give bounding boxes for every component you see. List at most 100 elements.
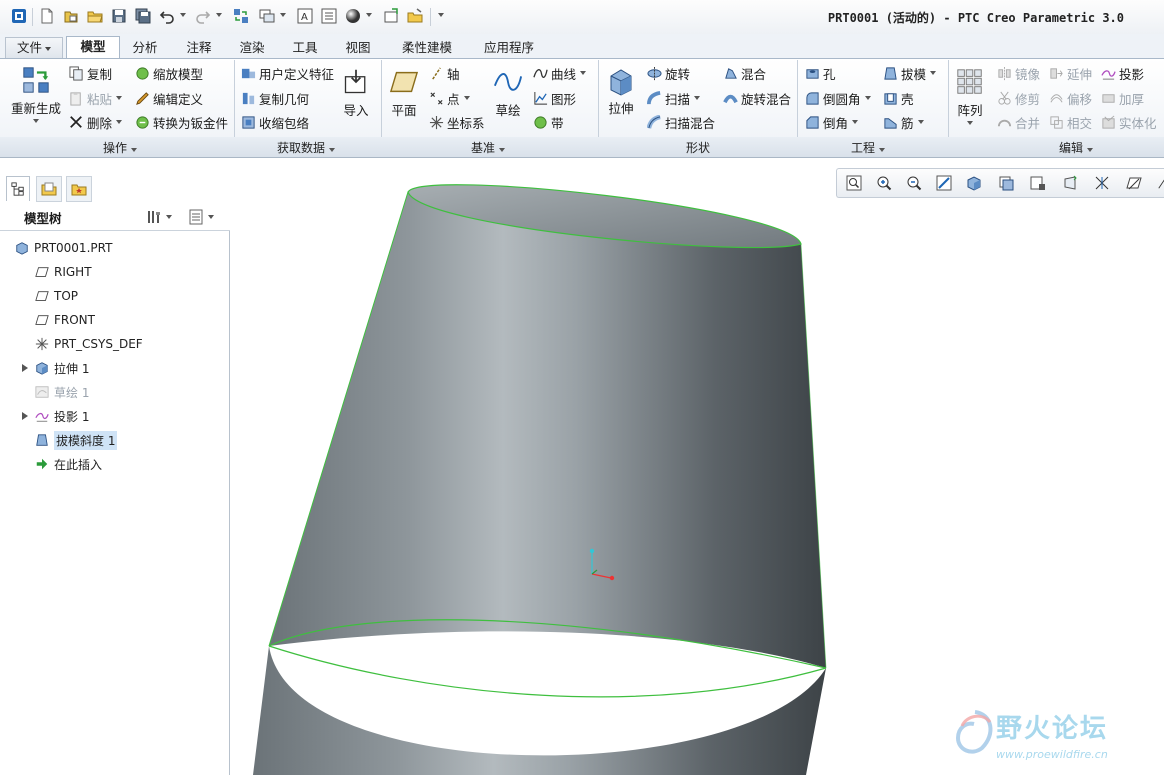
redo-dropdown-icon[interactable]	[216, 13, 222, 17]
curve-button[interactable]: 曲线	[532, 63, 587, 83]
expand-arrow-icon[interactable]	[22, 364, 28, 372]
copy-button[interactable]: 复制	[68, 63, 112, 83]
datum-display-button[interactable]	[1091, 172, 1113, 194]
tree-settings-button[interactable]	[146, 207, 180, 227]
close-window-icon[interactable]	[382, 7, 400, 25]
shading-dropdown-icon[interactable]	[366, 13, 372, 17]
tree-show-button[interactable]	[188, 207, 224, 227]
open-session-icon[interactable]	[62, 7, 80, 25]
plane-button[interactable]: 平面	[386, 66, 422, 119]
tab-view[interactable]: 视图	[335, 38, 381, 58]
intersect-button[interactable]: 相交	[1048, 112, 1092, 132]
tree-item-draft[interactable]: 拔模斜度 1	[34, 430, 118, 450]
group-engineering-label[interactable]: 工程	[828, 139, 908, 156]
windows-dropdown-icon[interactable]	[280, 13, 286, 17]
delete-button[interactable]: 删除	[68, 112, 123, 132]
zoom-out-button[interactable]	[903, 172, 925, 194]
tab-annotate[interactable]: 注释	[176, 38, 222, 58]
tab-tools[interactable]: 工具	[282, 38, 328, 58]
shading-icon[interactable]	[344, 7, 362, 25]
more-view-tools-icon[interactable]	[1153, 172, 1164, 194]
extrude-button[interactable]: 拉伸	[602, 64, 640, 117]
tab-applications[interactable]: 应用程序	[472, 38, 546, 58]
tree-item-top[interactable]: TOP	[34, 286, 78, 306]
blend-button[interactable]: 混合	[722, 63, 766, 83]
repaint-button[interactable]	[933, 172, 955, 194]
text-display-icon[interactable]: A	[296, 7, 314, 25]
annotation-display-button[interactable]	[1123, 172, 1145, 194]
paste-button[interactable]: 粘贴	[68, 88, 123, 108]
regenerate-button[interactable]: 重新生成	[8, 64, 64, 123]
tree-item-project[interactable]: 投影 1	[34, 406, 89, 426]
shrinkwrap-button[interactable]: 收缩包络	[240, 112, 309, 132]
tab-render[interactable]: 渲染	[229, 38, 275, 58]
model-tree-tab[interactable]	[6, 176, 30, 201]
solidify-button[interactable]: 实体化	[1100, 112, 1157, 132]
tab-model[interactable]: 模型	[66, 36, 120, 60]
zoom-in-button[interactable]	[873, 172, 895, 194]
udf-button[interactable]: 用户定义特征	[240, 63, 334, 83]
favorites-tab[interactable]	[66, 176, 92, 202]
tree-item-sketch[interactable]: 草绘 1	[34, 382, 89, 402]
hole-button[interactable]: 孔	[804, 63, 836, 83]
thicken-button[interactable]: 加厚	[1100, 88, 1144, 108]
tab-flexible-modeling[interactable]: 柔性建模	[390, 38, 464, 58]
saved-orientations-button[interactable]	[995, 172, 1017, 194]
undo-dropdown-icon[interactable]	[180, 13, 186, 17]
tree-item-insert-here[interactable]: 在此插入	[34, 454, 102, 474]
copy-geometry-button[interactable]: 复制几何	[240, 88, 309, 108]
view-manager-button[interactable]	[1027, 172, 1049, 194]
folder-settings-icon[interactable]	[406, 7, 424, 25]
draft-button[interactable]: 拔模	[882, 63, 937, 83]
tree-item-part[interactable]: PRT0001.PRT	[14, 238, 112, 258]
trim-button[interactable]: 修剪	[996, 88, 1040, 108]
save-icon[interactable]	[110, 7, 128, 25]
open-folder-icon[interactable]	[86, 7, 104, 25]
regenerate-small-icon[interactable]	[232, 7, 250, 25]
expand-arrow-icon[interactable]	[22, 412, 28, 420]
swept-blend-button[interactable]: 扫描混合	[646, 112, 715, 132]
graphics-window[interactable]	[231, 168, 1164, 775]
chamfer-button[interactable]: 倒角	[804, 112, 859, 132]
graph-button[interactable]: 图形	[532, 88, 576, 108]
offset-button[interactable]: 偏移	[1048, 88, 1092, 108]
extend-button[interactable]: 延伸	[1048, 63, 1092, 83]
edit-definition-button[interactable]: 编辑定义	[134, 88, 203, 108]
shell-button[interactable]: 壳	[882, 88, 914, 108]
rotational-blend-button[interactable]: 旋转混合	[722, 88, 791, 108]
point-button[interactable]: 点	[428, 88, 470, 108]
redo-icon[interactable]	[194, 7, 212, 25]
group-ops-label[interactable]: 操作	[80, 139, 160, 156]
list-display-icon[interactable]	[320, 7, 338, 25]
customize-qat-dropdown-icon[interactable]	[438, 13, 444, 17]
tree-item-csys[interactable]: PRT_CSYS_DEF	[34, 334, 143, 354]
csys-button[interactable]: 坐标系	[428, 112, 485, 132]
merge-button[interactable]: 合并	[996, 112, 1040, 132]
tree-item-extrude[interactable]: 拉伸 1	[34, 358, 89, 378]
group-datum-label[interactable]: 基准	[448, 139, 528, 156]
tab-file[interactable]: 文件	[5, 37, 63, 58]
pattern-button[interactable]: 阵列	[952, 66, 988, 125]
folder-browser-tab[interactable]	[36, 176, 62, 202]
round-button[interactable]: 倒圆角	[804, 88, 871, 108]
tree-item-front[interactable]: FRONT	[34, 310, 95, 330]
import-button[interactable]: 导入	[336, 66, 376, 119]
new-file-icon[interactable]	[38, 7, 56, 25]
undo-icon[interactable]	[158, 7, 176, 25]
app-icon[interactable]	[10, 7, 28, 25]
axis-button[interactable]: 轴	[428, 63, 460, 83]
refit-button[interactable]	[843, 172, 865, 194]
revolve-button[interactable]: 旋转	[646, 63, 690, 83]
sketch-button[interactable]: 草绘	[490, 66, 526, 119]
windows-icon[interactable]	[258, 7, 276, 25]
display-style-button[interactable]	[963, 172, 985, 194]
tab-analysis[interactable]: 分析	[122, 38, 168, 58]
perspective-button[interactable]	[1059, 172, 1081, 194]
save-copy-icon[interactable]	[134, 7, 152, 25]
group-get-data-label[interactable]: 获取数据	[266, 139, 346, 156]
group-editing-label[interactable]: 编辑	[1036, 139, 1116, 156]
sweep-button[interactable]: 扫描	[646, 88, 701, 108]
scale-model-button[interactable]: 缩放模型	[134, 63, 203, 83]
ribbon-datum-button[interactable]: 带	[532, 112, 564, 132]
tree-item-right[interactable]: RIGHT	[34, 262, 92, 282]
